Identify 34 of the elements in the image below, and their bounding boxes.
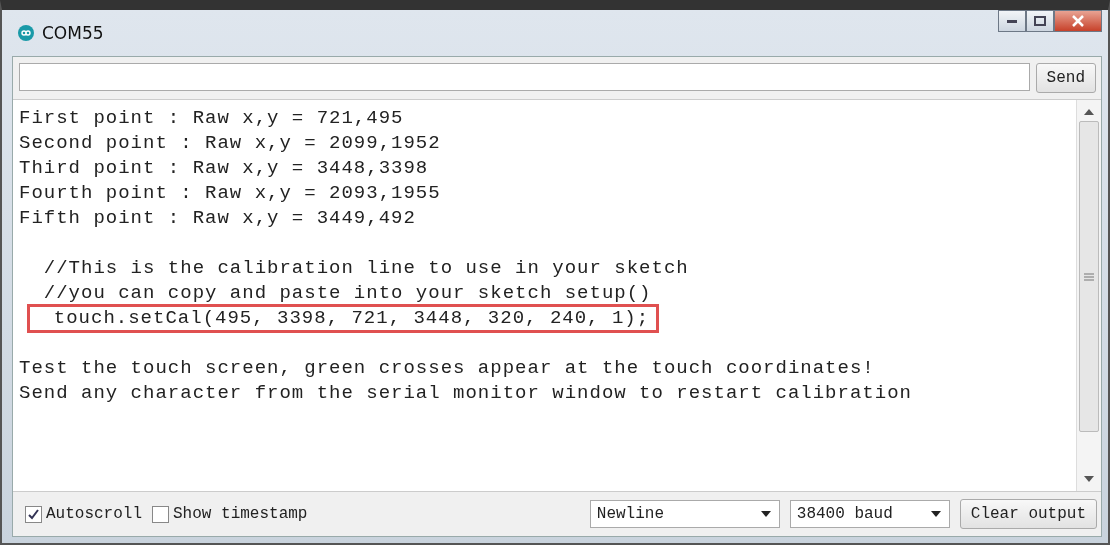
caret-icon [930, 511, 941, 517]
down-arrow-icon [1084, 476, 1094, 482]
autoscroll-checkbox[interactable]: Autoscroll [25, 505, 142, 523]
output-line: Fourth point : Raw x,y = 2093,1955 [19, 181, 441, 206]
output-line: //This is the calibration line to use in your sketch [42, 256, 689, 281]
close-button[interactable] [1054, 10, 1102, 32]
app-icon [18, 25, 34, 41]
clear-output-button[interactable]: Clear output [959, 499, 1097, 529]
checkbox[interactable] [25, 505, 42, 523]
output-line: First point : Raw x,y = 721,495 [19, 106, 404, 131]
output-line: //you can copy and paste into your sketch setup() [42, 281, 652, 306]
output-line: Second point : Raw x,y = 2099,1952 [19, 131, 441, 156]
output-line: Fifth point : Raw x,y = 3449,492 [19, 206, 416, 231]
input-field[interactable] [19, 63, 1030, 91]
grip-icon [1084, 272, 1094, 281]
send-button[interactable]: Send [1035, 63, 1096, 93]
checkbox[interactable] [152, 505, 169, 523]
minimize-button[interactable] [998, 10, 1026, 32]
close-icon [1071, 15, 1085, 27]
up-arrow-icon [1084, 109, 1094, 115]
highlighted-output-line: touch.setCal(495, 3398, 721, 3448, 320, 240, 1); [29, 306, 658, 331]
maximize-button[interactable] [1026, 10, 1054, 32]
scrollbar-thumb[interactable] [1079, 121, 1099, 432]
window-title: COM55 [42, 23, 104, 43]
output-line: Test the touch screen, green crosses appear at the touch coordinates! [19, 356, 875, 381]
scrollbar[interactable] [1076, 100, 1101, 491]
output-line: Send any character from the serial monitor window to restart calibration [19, 381, 912, 406]
caret-icon [760, 511, 771, 517]
checkbox-label: Autoscroll [46, 505, 142, 523]
baud-dropdown[interactable]: 38400 baud [789, 500, 950, 528]
output-line: Third point : Raw x,y = 3448,3398 [19, 156, 429, 181]
minimize-icon [1007, 19, 1017, 23]
line-ending-dropdown[interactable]: Newline [589, 500, 780, 528]
maximize-icon [1034, 16, 1046, 26]
